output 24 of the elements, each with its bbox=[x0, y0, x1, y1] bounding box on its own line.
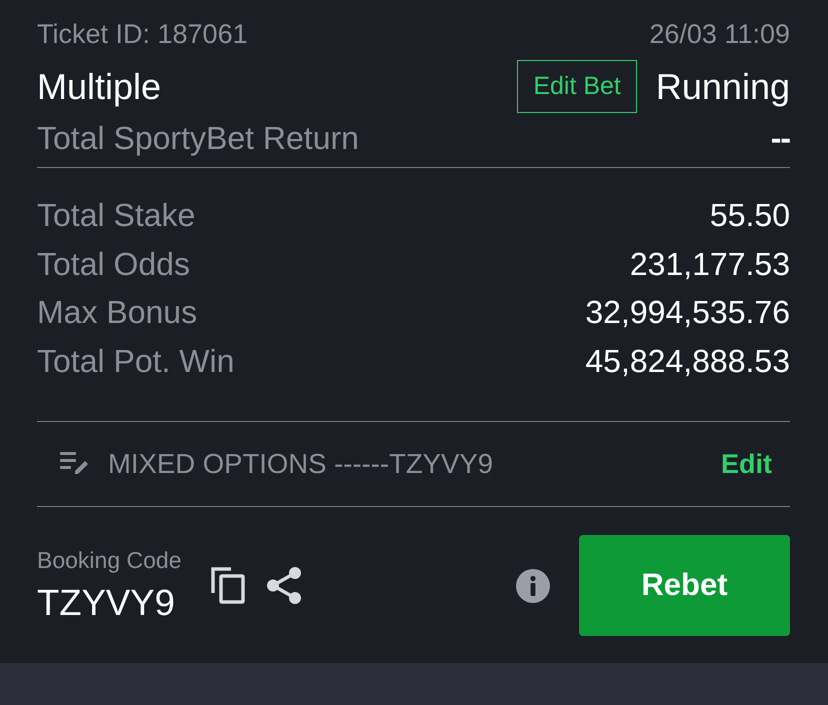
rebet-button[interactable]: Rebet bbox=[579, 535, 790, 636]
summary-value: 32,994,535.76 bbox=[585, 293, 790, 332]
return-value: -- bbox=[770, 119, 790, 158]
info-icon[interactable] bbox=[516, 568, 550, 602]
return-label: Total SportyBet Return bbox=[37, 119, 359, 158]
booking-code: TZYVY9 bbox=[37, 582, 176, 624]
summary-value: 45,824,888.53 bbox=[585, 342, 790, 380]
copy-icon[interactable] bbox=[210, 567, 244, 604]
summary-value: 55.50 bbox=[710, 196, 790, 235]
edit-bet-button[interactable]: Edit Bet bbox=[517, 60, 637, 113]
summary-label: Total Stake bbox=[37, 196, 196, 235]
share-icon[interactable] bbox=[266, 567, 302, 604]
bet-type: Multiple bbox=[37, 66, 162, 108]
booking-code-label: Booking Code bbox=[37, 547, 182, 573]
date-time: 26/03 11:09 bbox=[649, 19, 790, 49]
summary-label: Max Bonus bbox=[37, 293, 198, 332]
summary-label: Total Pot. Win bbox=[37, 342, 234, 380]
summary-value: 231,177.53 bbox=[630, 244, 790, 284]
ticket-id: Ticket ID: 187061 bbox=[37, 19, 248, 49]
bet-status: Running bbox=[656, 66, 790, 108]
summary-label: Total Odds bbox=[37, 244, 190, 284]
edit-link[interactable]: Edit bbox=[721, 444, 772, 484]
list-edit-icon bbox=[60, 451, 90, 477]
options-text: MIXED OPTIONS ------TZYVY9 bbox=[108, 447, 493, 482]
